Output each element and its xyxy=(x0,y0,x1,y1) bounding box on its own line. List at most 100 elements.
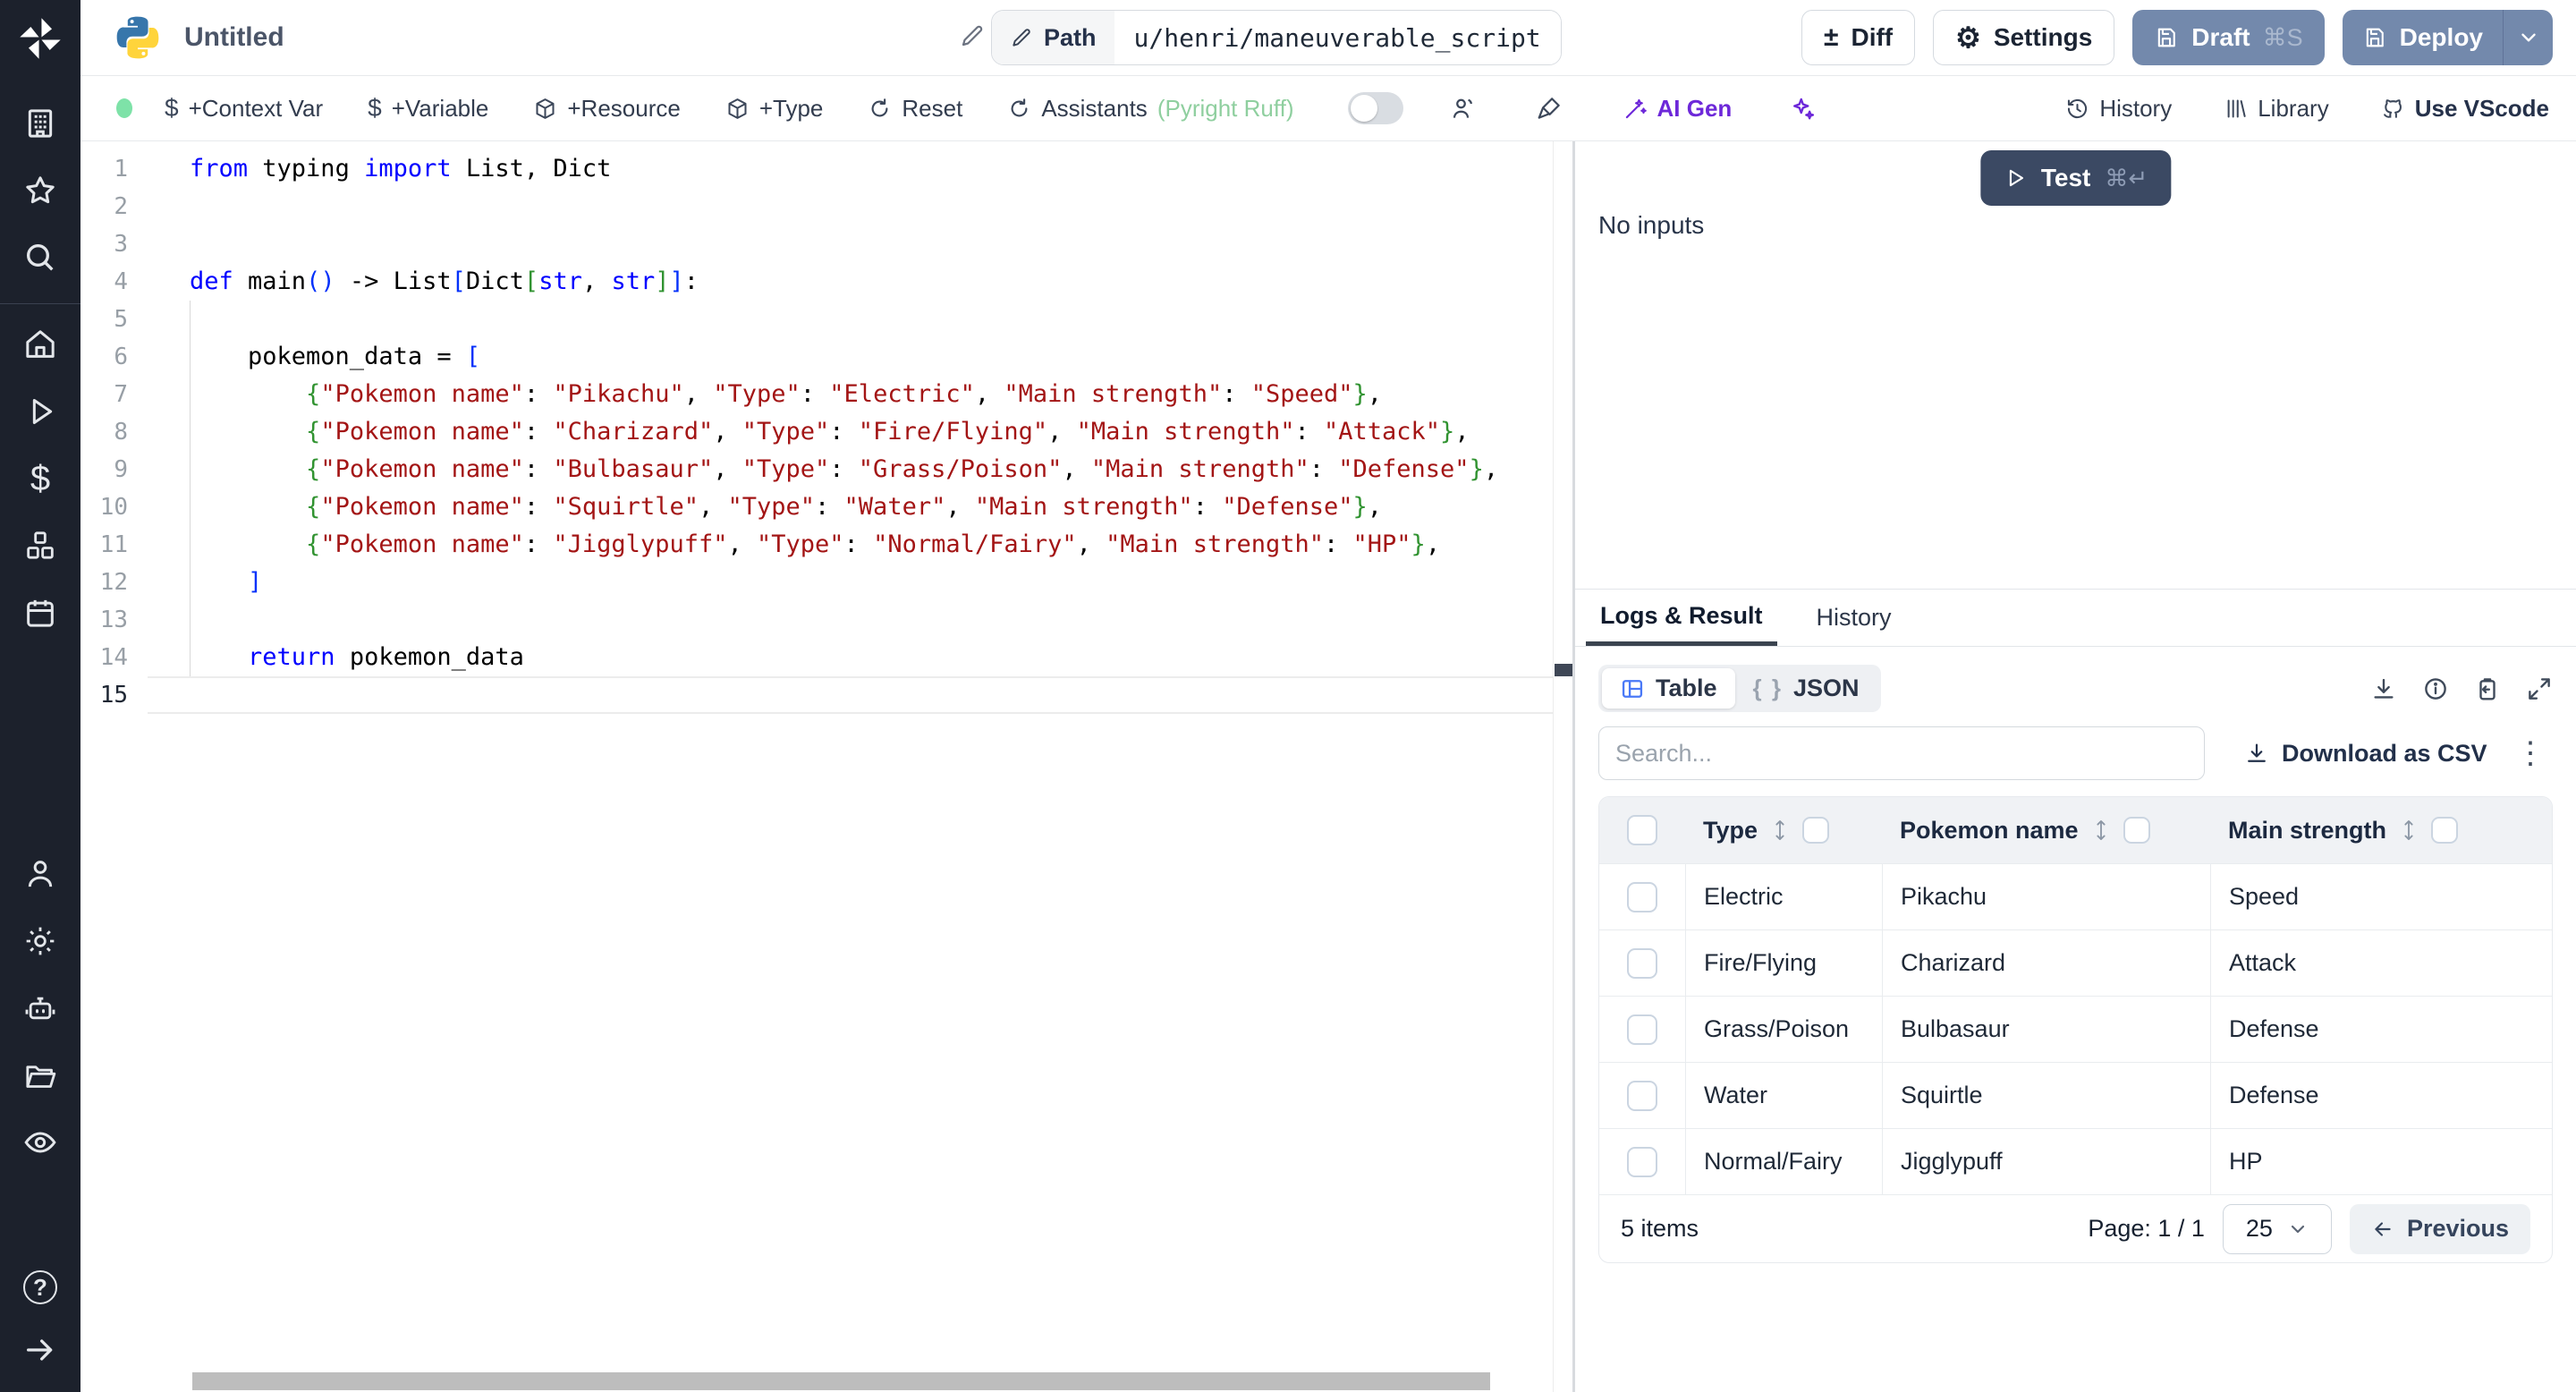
column-filter-checkbox[interactable] xyxy=(2431,817,2459,844)
column-header-type[interactable]: Type xyxy=(1685,797,1882,863)
settings-button[interactable]: ⚙ Settings xyxy=(1933,10,2115,65)
ai-robot-icon[interactable] xyxy=(21,989,59,1027)
workspace-icon[interactable] xyxy=(21,105,59,142)
table-row[interactable]: Grass/Poison Bulbasaur Defense xyxy=(1599,996,2552,1062)
code-line[interactable]: from typing import List, Dict xyxy=(148,150,1572,188)
test-button[interactable]: Test ⌘↵ xyxy=(1979,150,2172,206)
collapse-arrow-icon[interactable] xyxy=(21,1331,59,1369)
code-line[interactable] xyxy=(148,601,1572,639)
column-filter-checkbox[interactable] xyxy=(1802,817,1830,844)
favorites-star-icon[interactable] xyxy=(21,172,59,209)
use-vscode-button[interactable]: Use VScode xyxy=(2381,95,2549,123)
copy-clipboard-icon[interactable] xyxy=(2474,675,2501,702)
result-tabs: Logs & Result History xyxy=(1575,590,2576,647)
info-icon[interactable] xyxy=(2422,675,2449,702)
deploy-button[interactable]: Deploy xyxy=(2343,10,2503,65)
code-line[interactable]: {"Pokemon name": "Jigglypuff", "Type": "… xyxy=(148,526,1572,564)
code-line[interactable] xyxy=(148,676,1572,714)
edit-title-pencil-icon[interactable] xyxy=(959,22,986,54)
runs-play-icon[interactable] xyxy=(21,393,59,430)
code-line[interactable] xyxy=(148,225,1572,263)
tab-history[interactable]: History xyxy=(1802,590,1906,646)
table-row[interactable]: Normal/Fairy Jigglypuff HP xyxy=(1599,1128,2552,1194)
row-checkbox[interactable] xyxy=(1627,1080,1657,1111)
collaborators-icon[interactable] xyxy=(1450,95,1477,122)
sidebar-divider xyxy=(0,303,80,304)
user-icon[interactable] xyxy=(21,855,59,893)
deploy-dropdown-button[interactable] xyxy=(2503,10,2553,65)
code-line[interactable] xyxy=(148,301,1572,338)
previous-page-button[interactable]: Previous xyxy=(2349,1203,2530,1254)
resources-cubes-icon[interactable] xyxy=(21,527,59,564)
table-cell: Bulbasaur xyxy=(1882,997,2210,1062)
view-toggle-json[interactable]: { } JSON xyxy=(1735,668,1877,709)
table-row[interactable]: Fire/Flying Charizard Attack xyxy=(1599,929,2552,996)
editor-toolbar: $ +Context Var $ +Variable +Resource +Ty… xyxy=(80,76,2576,141)
code-line[interactable]: {"Pokemon name": "Bulbasaur", "Type": "G… xyxy=(148,451,1572,488)
page-indicator: Page: 1 / 1 xyxy=(2088,1215,2205,1242)
table-cell: Defense xyxy=(2210,1063,2552,1128)
multiplayer-toggle[interactable] xyxy=(1347,92,1403,124)
path-selector[interactable]: Path u/henri/maneuverable_script xyxy=(991,10,1562,65)
expand-icon[interactable] xyxy=(2526,675,2553,702)
history-button[interactable]: History xyxy=(2065,95,2172,123)
row-checkbox[interactable] xyxy=(1627,1146,1657,1177)
view-toggle-table[interactable]: Table xyxy=(1602,668,1735,709)
format-brush-icon[interactable] xyxy=(1536,95,1563,122)
add-context-var-button[interactable]: $ +Context Var xyxy=(165,94,323,123)
column-header-pokemon-name[interactable]: Pokemon name xyxy=(1882,797,2210,863)
library-button[interactable]: Library xyxy=(2224,95,2329,123)
table-row[interactable]: Electric Pikachu Speed xyxy=(1599,863,2552,929)
folders-icon[interactable] xyxy=(21,1057,59,1094)
draft-button[interactable]: Draft ⌘S xyxy=(2132,10,2325,65)
row-checkbox[interactable] xyxy=(1627,881,1657,912)
code-line[interactable]: {"Pokemon name": "Pikachu", "Type": "Ele… xyxy=(148,376,1572,413)
schedules-calendar-icon[interactable] xyxy=(21,594,59,632)
code-line[interactable]: def main() -> List[Dict[str, str]]: xyxy=(148,263,1572,301)
add-resource-button[interactable]: +Resource xyxy=(533,95,681,123)
settings-gear-icon[interactable] xyxy=(21,922,59,960)
help-icon[interactable]: ? xyxy=(21,1269,59,1306)
splitter-drag-handle[interactable] xyxy=(1555,664,1572,676)
audit-eye-icon[interactable] xyxy=(21,1124,59,1161)
windmill-logo[interactable] xyxy=(0,0,80,76)
scrollbar-thumb[interactable] xyxy=(192,1372,1490,1390)
search-input[interactable] xyxy=(1598,726,2205,780)
chevron-down-icon xyxy=(2291,1225,2305,1233)
reset-button[interactable]: Reset xyxy=(868,95,962,123)
download-csv-button[interactable]: Download as CSV xyxy=(2244,740,2487,768)
sort-icon[interactable] xyxy=(2091,819,2111,842)
code-line[interactable]: pokemon_data = [ xyxy=(148,338,1572,376)
row-checkbox[interactable] xyxy=(1627,1014,1657,1045)
table-row[interactable]: Water Squirtle Defense xyxy=(1599,1062,2552,1128)
sort-icon[interactable] xyxy=(2399,819,2419,842)
code-line[interactable]: {"Pokemon name": "Squirtle", "Type": "Wa… xyxy=(148,488,1572,526)
download-result-icon[interactable] xyxy=(2370,675,2397,702)
ai-gen-button[interactable]: AI Gen xyxy=(1623,95,1732,123)
tab-logs-result[interactable]: Logs & Result xyxy=(1586,590,1777,646)
row-checkbox-cell xyxy=(1599,1129,1685,1194)
column-header-main-strength[interactable]: Main strength xyxy=(2210,797,2552,863)
diff-button[interactable]: ± Diff xyxy=(1801,10,1916,65)
select-all-checkbox[interactable] xyxy=(1627,815,1657,845)
column-filter-checkbox[interactable] xyxy=(2123,817,2150,844)
code-editor[interactable]: 1 2 3 4 5 6 7 8 9 10 11 12 13 14 15 from typing import… xyxy=(80,141,1572,1392)
editor-vertical-scrollbar[interactable] xyxy=(1553,141,1572,1392)
variables-dollar-icon[interactable]: $ xyxy=(21,459,59,498)
code-line[interactable] xyxy=(148,188,1572,225)
home-icon[interactable] xyxy=(21,326,59,363)
search-icon[interactable] xyxy=(21,239,59,276)
code-line[interactable]: {"Pokemon name": "Charizard", "Type": "F… xyxy=(148,413,1572,451)
row-checkbox[interactable] xyxy=(1627,947,1657,979)
page-size-select[interactable]: 25 xyxy=(2222,1203,2332,1254)
sparkles-icon[interactable] xyxy=(1789,95,1816,122)
table-menu-kebab[interactable]: ⋮ xyxy=(2508,738,2553,768)
add-type-button[interactable]: +Type xyxy=(725,95,823,123)
sort-icon[interactable] xyxy=(1770,819,1790,842)
code-line[interactable]: return pokemon_data xyxy=(148,639,1572,676)
code-line[interactable]: ] xyxy=(148,564,1572,601)
assistants-button[interactable]: Assistants (Pyright Ruff) xyxy=(1007,95,1294,123)
row-checkbox-cell xyxy=(1599,1063,1685,1128)
add-variable-button[interactable]: $ +Variable xyxy=(368,94,488,123)
line-number: 10 xyxy=(99,494,128,521)
